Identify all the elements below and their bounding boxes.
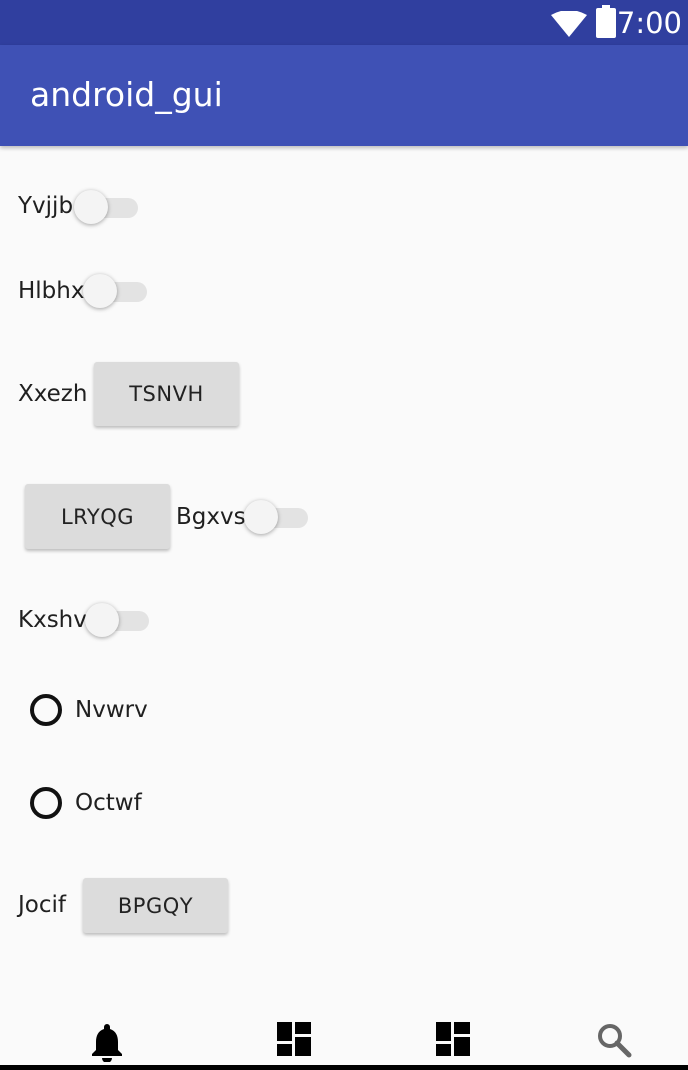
status-time: 7:00 bbox=[616, 6, 682, 40]
search-icon bbox=[598, 1024, 632, 1058]
toggle-switch-yvjjb[interactable] bbox=[74, 186, 140, 226]
label-jocif: Jocif bbox=[18, 892, 66, 918]
bell-icon bbox=[92, 1024, 122, 1062]
switch-label-kxshv: Kxshv bbox=[18, 607, 87, 633]
toggle-switch-kxshv[interactable] bbox=[85, 599, 151, 639]
radio-label-nvwrv: Nvwrv bbox=[75, 697, 148, 723]
toggle-switch-hlbhx[interactable] bbox=[83, 270, 149, 310]
switch-label-bgxvs: Bgxvs bbox=[176, 504, 246, 530]
dashboard-icon bbox=[277, 1022, 311, 1056]
switch-label-yvjjb: Yvjjb bbox=[18, 193, 74, 219]
radio-button-nvwrv[interactable] bbox=[30, 694, 62, 726]
dashboard-icon bbox=[436, 1022, 470, 1056]
status-bar: 7:00 bbox=[0, 0, 688, 45]
lryqg-button[interactable]: LRYQG bbox=[25, 484, 170, 549]
toggle-switch-bgxvs[interactable] bbox=[244, 496, 310, 536]
radio-label-octwf: Octwf bbox=[75, 790, 142, 816]
bottom-edge-divider bbox=[0, 1065, 688, 1070]
app-title: android_gui bbox=[30, 75, 223, 114]
switch-thumb bbox=[83, 274, 117, 308]
nav-item-search[interactable] bbox=[564, 1020, 664, 1065]
nav-item-notifications[interactable] bbox=[58, 1020, 158, 1065]
switch-thumb bbox=[244, 500, 278, 534]
label-xxezh: Xxezh bbox=[18, 381, 88, 407]
nav-item-dashboard-2[interactable] bbox=[404, 1020, 504, 1065]
nav-item-dashboard-1[interactable] bbox=[245, 1020, 345, 1065]
battery-icon bbox=[596, 5, 616, 38]
switch-label-hlbhx: Hlbhx bbox=[18, 278, 85, 304]
app-bar: android_gui bbox=[0, 45, 688, 146]
bpgqy-button[interactable]: BPGQY bbox=[83, 878, 228, 933]
radio-button-octwf[interactable] bbox=[30, 787, 62, 819]
switch-thumb bbox=[85, 603, 119, 637]
tsnvh-button[interactable]: TSNVH bbox=[94, 362, 239, 426]
bottom-navigation bbox=[0, 1010, 688, 1070]
switch-thumb bbox=[74, 190, 108, 224]
wifi-icon bbox=[551, 11, 587, 37]
